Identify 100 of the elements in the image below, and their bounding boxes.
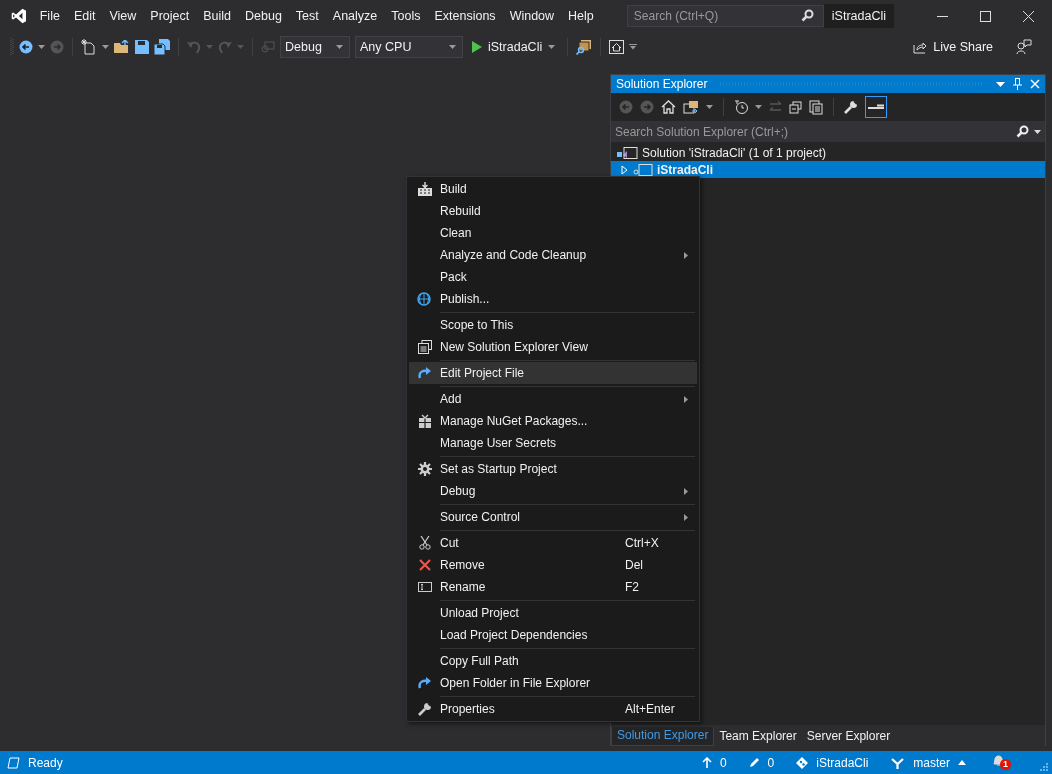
menu-item[interactable]: Test bbox=[288, 6, 326, 26]
close-icon[interactable] bbox=[1023, 10, 1034, 22]
tree-item[interactable]: iStradaCli bbox=[611, 161, 1045, 178]
menu-item[interactable]: Help bbox=[561, 6, 601, 26]
feedback-icon[interactable] bbox=[1016, 39, 1032, 55]
pencil-icon bbox=[748, 757, 760, 768]
menu-item[interactable]: Manage NuGet Packages... bbox=[409, 410, 697, 432]
menu-item[interactable]: Edit Project File bbox=[409, 362, 697, 384]
platform-dropdown[interactable]: Any CPU bbox=[355, 36, 463, 58]
panel-tab[interactable]: Team Explorer bbox=[714, 728, 802, 746]
menu-item[interactable]: Clean bbox=[409, 222, 697, 244]
build-icon bbox=[417, 182, 432, 196]
branch-button[interactable]: master bbox=[890, 755, 966, 770]
expander-icon[interactable] bbox=[621, 164, 629, 175]
menu-item[interactable]: Project bbox=[143, 6, 197, 26]
changes-button[interactable]: 0 bbox=[748, 755, 775, 770]
new-item-icon[interactable] bbox=[81, 39, 97, 55]
panel-tab[interactable]: Solution Explorer bbox=[611, 727, 715, 746]
caret-icon[interactable] bbox=[38, 45, 45, 49]
menu-item[interactable]: Pack bbox=[409, 266, 697, 288]
maximize-icon[interactable] bbox=[980, 10, 991, 22]
menu-item[interactable]: Window bbox=[502, 6, 562, 26]
menu-item[interactable]: File bbox=[32, 6, 67, 26]
menu-item[interactable]: Remove Del bbox=[409, 554, 697, 576]
menu-item[interactable]: Build bbox=[196, 6, 238, 26]
submenu-arrow-icon bbox=[684, 487, 688, 495]
folder-icon[interactable] bbox=[114, 40, 130, 54]
live-share-button[interactable]: Live Share bbox=[913, 40, 993, 54]
dropdown-icon[interactable] bbox=[996, 81, 1005, 87]
menu-item[interactable]: Set as Startup Project bbox=[409, 458, 697, 480]
caret-icon[interactable] bbox=[706, 105, 713, 109]
menu-item[interactable]: Publish... bbox=[409, 288, 697, 310]
menu-item[interactable]: Build bbox=[409, 178, 697, 200]
repository-button[interactable]: iStradaCli bbox=[796, 755, 869, 770]
share-icon bbox=[913, 40, 928, 54]
submenu-arrow-icon bbox=[684, 251, 688, 259]
preview-toggle[interactable] bbox=[865, 96, 887, 118]
home-icon[interactable] bbox=[661, 100, 676, 114]
curved-arrow-icon bbox=[417, 676, 432, 690]
search-field[interactable]: Search (Ctrl+Q) bbox=[626, 5, 824, 27]
menu-item[interactable]: Rename F2 bbox=[409, 576, 697, 598]
menu-item[interactable]: Analyze bbox=[325, 6, 385, 26]
home-window-icon[interactable] bbox=[609, 40, 625, 54]
package-icon bbox=[418, 414, 431, 428]
caret-icon[interactable] bbox=[755, 105, 762, 109]
scissors-icon bbox=[418, 536, 431, 550]
menu-item[interactable]: Add bbox=[409, 388, 697, 410]
panel-tab[interactable]: Server Explorer bbox=[801, 728, 896, 746]
start-button[interactable]: iStradaCli bbox=[468, 40, 560, 54]
wrench-icon[interactable] bbox=[844, 100, 858, 114]
save-all-icon[interactable] bbox=[154, 39, 170, 55]
caret-icon bbox=[336, 45, 343, 49]
menu-item[interactable]: Tools bbox=[384, 6, 428, 26]
curved-arrow-icon bbox=[417, 366, 432, 380]
pin-icon[interactable] bbox=[1013, 78, 1022, 90]
git-icon bbox=[796, 756, 809, 769]
globe-icon bbox=[417, 292, 432, 306]
menu-item[interactable]: Open Folder in File Explorer bbox=[409, 672, 697, 694]
menu-item[interactable]: Extensions bbox=[427, 6, 503, 26]
menu-item[interactable]: Manage User Secrets bbox=[409, 432, 697, 454]
menu-item[interactable]: Scope to This bbox=[409, 314, 697, 336]
menu-item[interactable]: Properties Alt+Enter bbox=[409, 698, 697, 720]
menu-item[interactable]: Analyze and Code Cleanup bbox=[409, 244, 697, 266]
menu-item[interactable]: Copy Full Path bbox=[409, 650, 697, 672]
menu-item[interactable]: Debug bbox=[409, 480, 697, 502]
pages-icon[interactable] bbox=[809, 99, 823, 115]
configuration-dropdown[interactable]: Debug bbox=[280, 36, 350, 58]
menu-item[interactable]: Source Control bbox=[409, 506, 697, 528]
menu-item[interactable]: Cut Ctrl+X bbox=[409, 532, 697, 554]
search-icon bbox=[800, 9, 814, 22]
search-icon bbox=[1016, 125, 1029, 138]
menu-item[interactable]: New Solution Explorer View bbox=[409, 336, 697, 358]
sync-icon[interactable] bbox=[683, 100, 699, 114]
back-icon[interactable] bbox=[19, 40, 33, 54]
push-button[interactable]: 0 bbox=[701, 755, 727, 770]
output-icon[interactable] bbox=[7, 756, 20, 769]
menu-item[interactable]: Edit bbox=[66, 6, 103, 26]
overflow-icon[interactable] bbox=[629, 44, 638, 50]
arrow-up-icon bbox=[701, 757, 712, 768]
branch-icon bbox=[890, 756, 906, 769]
menu-item[interactable]: Debug bbox=[238, 6, 289, 26]
find-icon[interactable] bbox=[576, 39, 593, 55]
solution-icon bbox=[616, 145, 638, 160]
notification-badge: 1 bbox=[1000, 759, 1011, 770]
caret-icon[interactable] bbox=[102, 45, 109, 49]
menu-item[interactable]: Load Project Dependencies bbox=[409, 624, 697, 646]
save-icon[interactable] bbox=[135, 40, 149, 54]
submenu-arrow-icon bbox=[684, 395, 688, 403]
wrench-icon bbox=[417, 702, 432, 716]
caret-icon[interactable] bbox=[1034, 130, 1041, 134]
bell-icon[interactable] bbox=[992, 754, 1005, 767]
caret-icon bbox=[548, 45, 556, 49]
search-field[interactable]: Search Solution Explorer (Ctrl+;) bbox=[611, 121, 1045, 142]
menu-item[interactable]: View bbox=[102, 6, 144, 26]
tree-item[interactable]: Solution 'iStradaCli' (1 of 1 project) bbox=[611, 144, 1045, 161]
menu-item[interactable]: Rebuild bbox=[409, 200, 697, 222]
collapse-icon[interactable] bbox=[789, 100, 802, 114]
clock-icon[interactable] bbox=[734, 100, 748, 114]
menu-item[interactable]: Unload Project bbox=[409, 602, 697, 624]
project-icon bbox=[633, 162, 653, 177]
